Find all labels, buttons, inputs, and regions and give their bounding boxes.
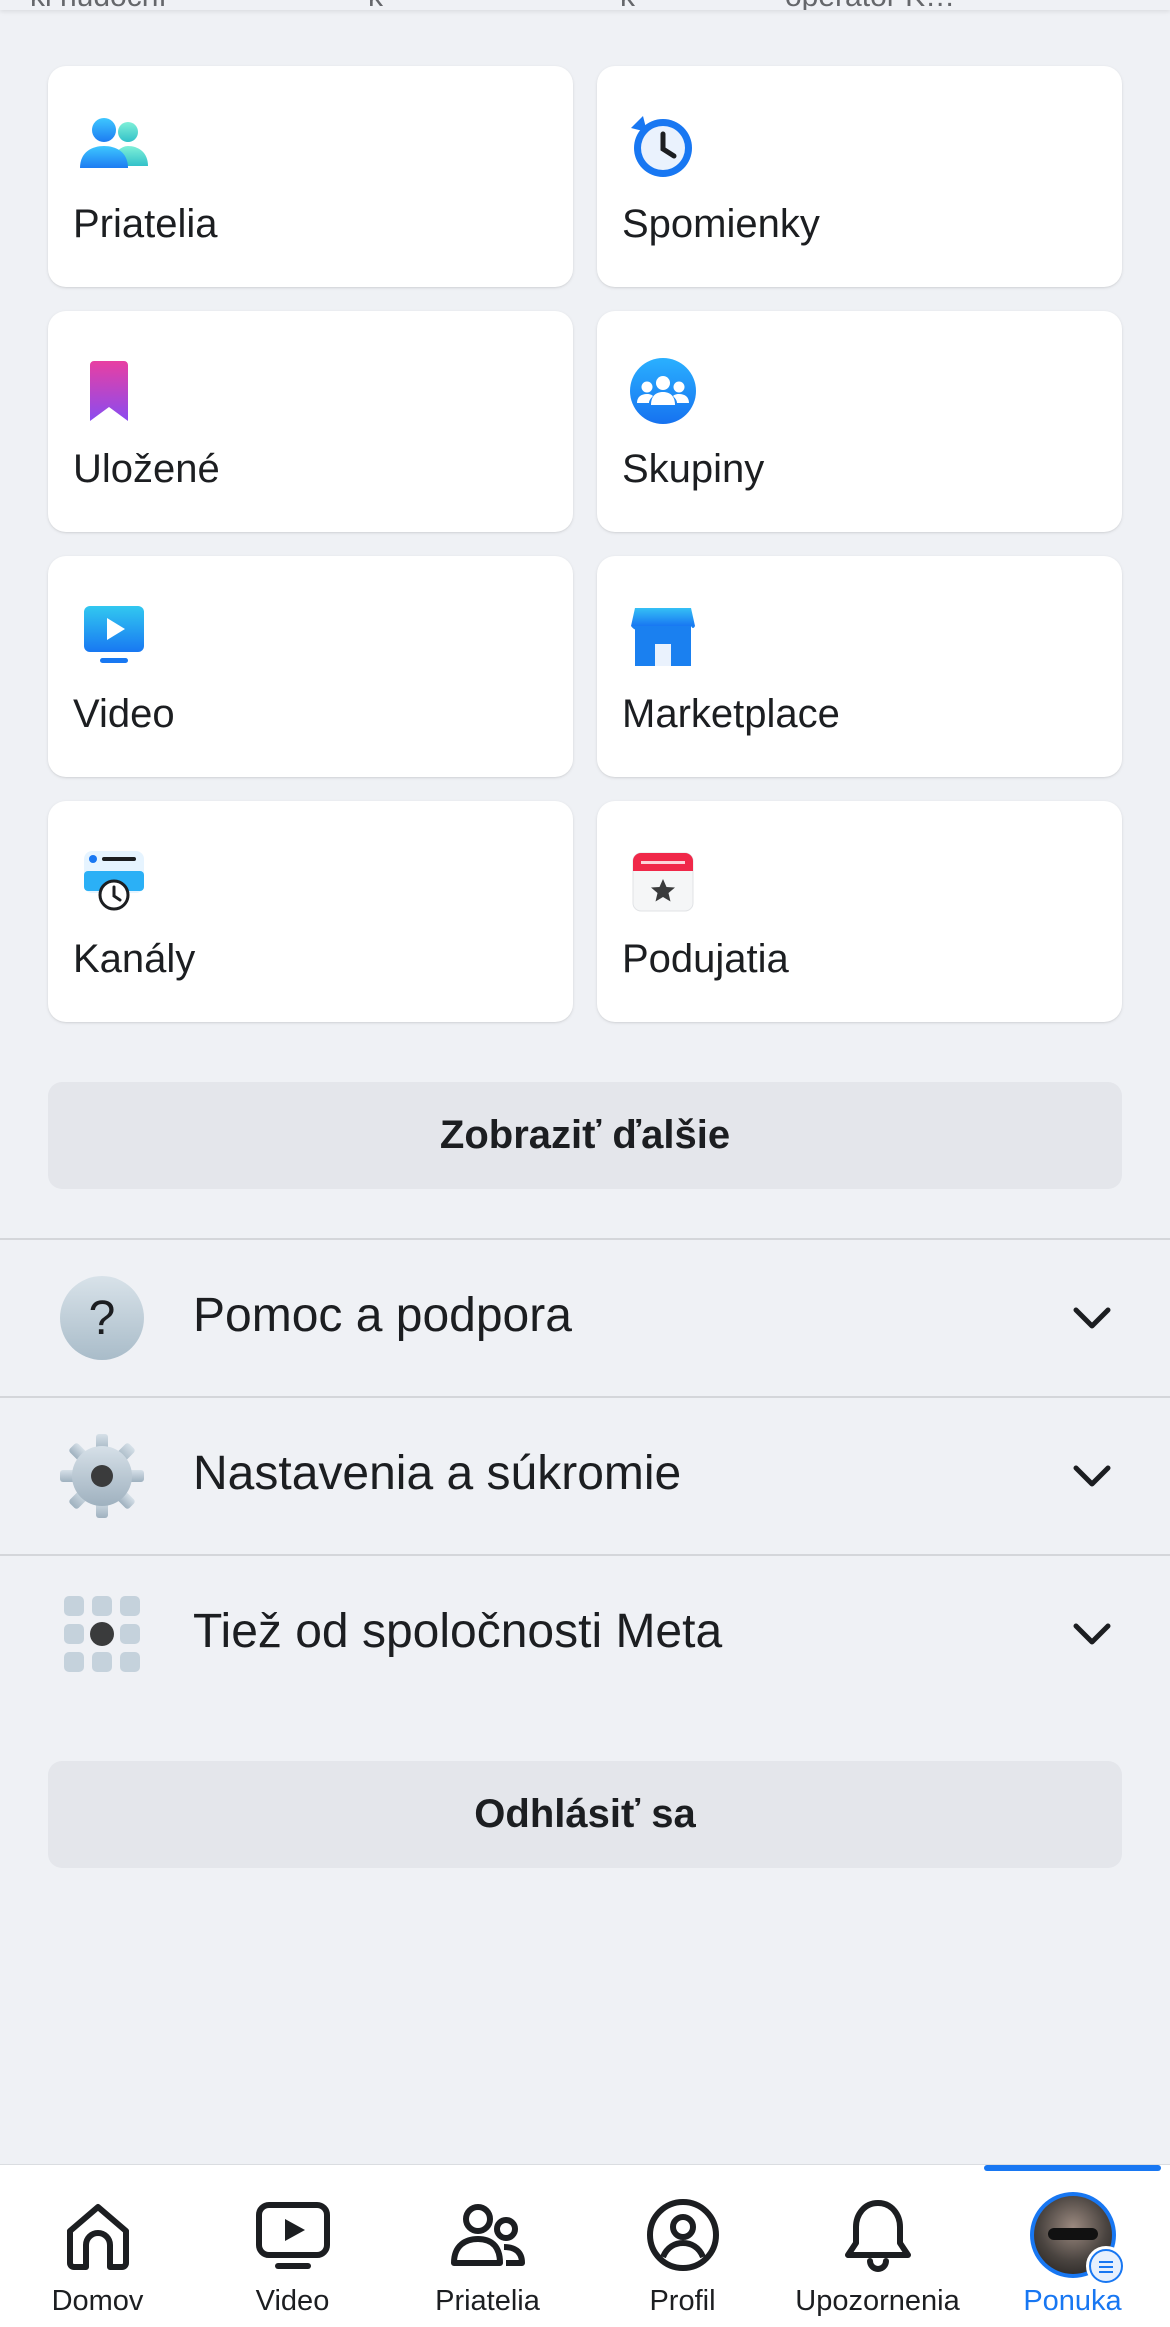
shortcut-label: Skupiny — [622, 447, 765, 491]
chevron-down-icon — [1073, 1623, 1111, 1645]
tab-label: Domov — [51, 2285, 144, 2317]
shortcut-label: Video — [73, 692, 175, 736]
help-icon: ? — [60, 1276, 144, 1360]
groups-icon — [630, 358, 696, 424]
shortcut-video[interactable]: Video — [48, 556, 573, 777]
meta-apps-icon — [64, 1596, 140, 1672]
video-play-icon — [255, 2202, 330, 2269]
menu-badge-icon — [1085, 2246, 1126, 2286]
home-icon — [66, 2204, 129, 2270]
shortcut-label: Uložené — [73, 447, 220, 491]
tab-label: Priatelia — [435, 2285, 540, 2317]
tab-label: Ponuka — [1023, 2285, 1122, 2317]
friends-outline-icon — [450, 2204, 525, 2266]
friends-icon — [80, 118, 148, 168]
shortcut-label: Marketplace — [622, 692, 840, 736]
shortcut-label: Spomienky — [622, 202, 820, 246]
tab-label: Upozornenia — [795, 2285, 960, 2317]
shortcut-friends[interactable]: Priatelia — [48, 66, 573, 287]
events-icon — [632, 852, 694, 912]
bottom-tab-bar: Domov Video Priatelia Profil Upozornenia… — [0, 2164, 1170, 2327]
profile-icon — [646, 2199, 719, 2271]
avatar-glasses — [1047, 2228, 1098, 2240]
shortcut-marketplace[interactable]: Marketplace — [597, 556, 1122, 777]
shortcut-label: Podujatia — [622, 937, 789, 981]
chevron-down-icon — [1073, 1307, 1111, 1329]
section-label: Tiež od spoločnosti Meta — [193, 1605, 723, 1658]
settings-gear-icon — [60, 1434, 144, 1518]
tab-friends[interactable]: Priatelia — [390, 2165, 585, 2327]
shortcut-saved[interactable]: Uložené — [48, 311, 573, 532]
chevron-down-icon — [1073, 1465, 1111, 1487]
section-settings-privacy[interactable]: Nastavenia a súkromie — [0, 1398, 1170, 1554]
tab-profile[interactable]: Profil — [585, 2165, 780, 2327]
tab-video[interactable]: Video — [195, 2165, 390, 2327]
tab-notifications[interactable]: Upozornenia — [780, 2165, 975, 2327]
bell-icon — [844, 2200, 911, 2272]
shortcut-groups[interactable]: Skupiny — [597, 311, 1122, 532]
svg-text:?: ? — [89, 1292, 116, 1345]
tab-home[interactable]: Domov — [0, 2165, 195, 2327]
memories-icon — [631, 116, 692, 177]
menu-screen: ki hudoční k k operátor K… Priatelia — [0, 0, 1170, 2327]
logout-button[interactable]: Odhlásiť sa — [48, 1761, 1122, 1868]
tab-label: Profil — [649, 2285, 716, 2317]
marketplace-icon — [631, 608, 695, 666]
shortcut-grid: Priatelia Spomienky Uložené Skupiny Vide… — [48, 66, 1122, 1022]
video-icon — [84, 606, 144, 663]
shortcut-label: Priatelia — [73, 202, 218, 246]
shortcut-events[interactable]: Podujatia — [597, 801, 1122, 1022]
shortcut-memories[interactable]: Spomienky — [597, 66, 1122, 287]
shortcut-feeds[interactable]: Kanály — [48, 801, 573, 1022]
header-shadow — [0, 0, 1170, 10]
tab-label: Video — [255, 2285, 330, 2317]
avatar-menu-icon — [1029, 2192, 1126, 2286]
section-label: Pomoc a podpora — [193, 1289, 572, 1342]
section-label: Nastavenia a súkromie — [193, 1447, 682, 1500]
saved-icon — [90, 361, 128, 421]
section-help-support[interactable]: ? Pomoc a podpora — [0, 1240, 1170, 1396]
feeds-icon — [84, 851, 144, 911]
section-also-from-meta[interactable]: Tiež od spoločnosti Meta — [0, 1556, 1170, 1712]
tab-menu[interactable]: Ponuka — [975, 2165, 1170, 2327]
see-more-button[interactable]: Zobraziť ďalšie — [48, 1082, 1122, 1189]
shortcut-label: Kanály — [73, 937, 196, 981]
